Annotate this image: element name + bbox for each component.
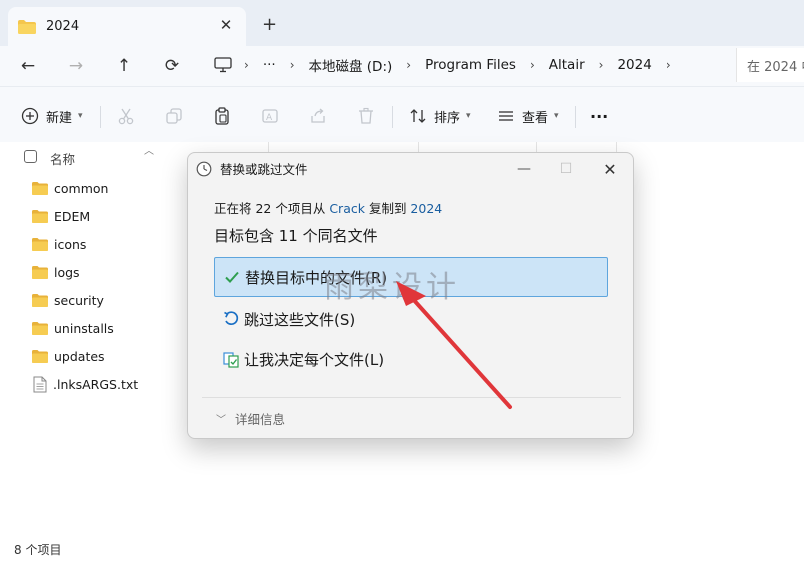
list-item[interactable]: security: [32, 288, 104, 312]
decide-option-label: 让我决定每个文件(L): [244, 350, 385, 369]
folder-icon: [32, 237, 48, 251]
sort-button[interactable]: 排序 ▾: [408, 103, 471, 129]
select-all-checkbox[interactable]: [24, 150, 37, 163]
skip-arrow-icon: [222, 310, 240, 328]
copy-status-text: 正在将 22 个项目从 Crack 复制到 2024: [214, 198, 442, 217]
chevron-down-icon: ▾: [78, 111, 83, 121]
list-item[interactable]: logs: [32, 260, 80, 284]
toolbar-divider: [100, 106, 101, 128]
item-name: security: [54, 292, 104, 308]
minimize-icon[interactable]: —: [513, 159, 535, 179]
breadcrumb-separator: ›: [598, 58, 604, 72]
breadcrumb-separator: ›: [665, 58, 671, 72]
command-bar: 新建 ▾ A 排序 ▾ 查看 ▾ ···: [0, 86, 804, 142]
breadcrumb-drive-d[interactable]: 本地磁盘 (D:): [309, 55, 393, 75]
copy-icon[interactable]: [163, 105, 185, 127]
cut-icon[interactable]: [115, 105, 137, 127]
item-name: .lnksARGS.txt: [53, 376, 139, 392]
breadcrumb-program-files[interactable]: Program Files: [425, 57, 516, 73]
folder-icon: [32, 321, 48, 335]
sort-button-label: 排序: [434, 110, 461, 126]
dialog-divider: [202, 397, 621, 398]
breadcrumb-2024[interactable]: 2024: [617, 57, 651, 73]
share-icon[interactable]: [307, 105, 329, 127]
search-input[interactable]: 在 2024 中: [736, 48, 804, 82]
chevron-down-icon: ▾: [554, 111, 559, 121]
list-item[interactable]: icons: [32, 232, 86, 256]
breadcrumb-altair[interactable]: Altair: [549, 57, 585, 73]
maximize-icon[interactable]: ☐: [555, 159, 577, 179]
source-folder-link[interactable]: Crack: [329, 201, 365, 216]
details-label: 详细信息: [235, 412, 286, 427]
chevron-down-icon: ▾: [466, 111, 471, 121]
view-button[interactable]: 查看 ▾: [496, 103, 559, 129]
computer-icon: [214, 57, 232, 73]
more-details-toggle[interactable]: ﹀ 详细信息: [216, 409, 285, 428]
item-name: updates: [54, 348, 105, 364]
back-arrow-icon[interactable]: ←: [14, 52, 42, 80]
sort-arrows-icon: [408, 106, 428, 126]
item-name: icons: [54, 236, 87, 252]
destination-folder-link[interactable]: 2024: [410, 201, 442, 216]
item-name: EDEM: [54, 208, 91, 224]
list-item[interactable]: common: [32, 176, 108, 200]
address-bar[interactable]: › ··· › 本地磁盘 (D:) › Program Files › Alta…: [204, 48, 724, 82]
tab-2024[interactable]: 2024 ✕: [8, 7, 246, 46]
folder-icon: [32, 349, 48, 363]
name-column-header[interactable]: 名称: [50, 149, 75, 168]
item-name: common: [54, 180, 109, 196]
close-icon[interactable]: ✕: [599, 159, 621, 179]
breadcrumb-separator: ›: [289, 58, 295, 72]
folder-icon: [32, 293, 48, 307]
new-button-label: 新建: [46, 110, 73, 126]
list-item[interactable]: uninstalls: [32, 316, 114, 340]
forward-arrow-icon[interactable]: →: [62, 52, 90, 80]
up-arrow-icon[interactable]: ↑: [110, 52, 138, 80]
decide-files-icon: [222, 350, 240, 368]
delete-icon[interactable]: [355, 105, 377, 127]
list-item[interactable]: updates: [32, 344, 105, 368]
toolbar-divider: [575, 106, 576, 128]
status-prefix: 正在将 22 个项目从: [214, 201, 330, 216]
status-middle: 复制到: [364, 201, 411, 216]
list-item[interactable]: EDEM: [32, 204, 90, 228]
refresh-icon[interactable]: ⟳: [158, 52, 186, 80]
skip-option-label: 跳过这些文件(S): [244, 310, 356, 329]
breadcrumb-separator: ›: [406, 58, 412, 72]
sort-indicator-icon: ︿: [144, 146, 154, 157]
watermark-text: 雨梨设计: [324, 270, 460, 305]
chevron-down-icon: ﹀: [216, 415, 226, 426]
item-name: logs: [54, 264, 80, 280]
toolbar-divider: [392, 106, 393, 128]
dialog-title: 替换或跳过文件: [220, 162, 308, 177]
plus-circle-icon: [20, 106, 40, 126]
folder-icon: [18, 19, 36, 34]
breadcrumb-separator: ›: [529, 58, 535, 72]
conflict-heading: 目标包含 11 个同名文件: [214, 227, 378, 245]
rename-icon[interactable]: A: [259, 105, 281, 127]
list-item[interactable]: .lnksARGS.txt: [32, 372, 138, 396]
view-lines-icon: [496, 106, 516, 126]
view-button-label: 查看: [522, 110, 549, 126]
breadcrumb-more[interactable]: ···: [263, 57, 276, 73]
paste-icon[interactable]: [211, 105, 233, 127]
item-name: uninstalls: [54, 320, 114, 336]
new-button[interactable]: 新建 ▾: [20, 103, 83, 129]
folder-icon: [32, 181, 48, 195]
decide-each-file-option[interactable]: 让我决定每个文件(L): [214, 339, 608, 379]
text-file-icon: [33, 376, 47, 392]
new-tab-button[interactable]: +: [262, 14, 277, 35]
tab-strip: 2024 ✕ +: [0, 0, 804, 46]
tab-title: 2024: [46, 19, 80, 34]
more-options-icon[interactable]: ···: [590, 103, 608, 129]
item-count: 8 个项目: [14, 543, 62, 557]
close-tab-icon[interactable]: ✕: [216, 16, 236, 34]
folder-icon: [32, 265, 48, 279]
clock-icon: [196, 161, 212, 176]
address-row: ← → ↑ ⟳ › ··· › 本地磁盘 (D:) › Program File…: [0, 46, 804, 86]
folder-icon: [32, 209, 48, 223]
breadcrumb-separator: ›: [244, 58, 249, 72]
svg-text:A: A: [266, 113, 273, 123]
checkmark-icon: [223, 268, 241, 286]
